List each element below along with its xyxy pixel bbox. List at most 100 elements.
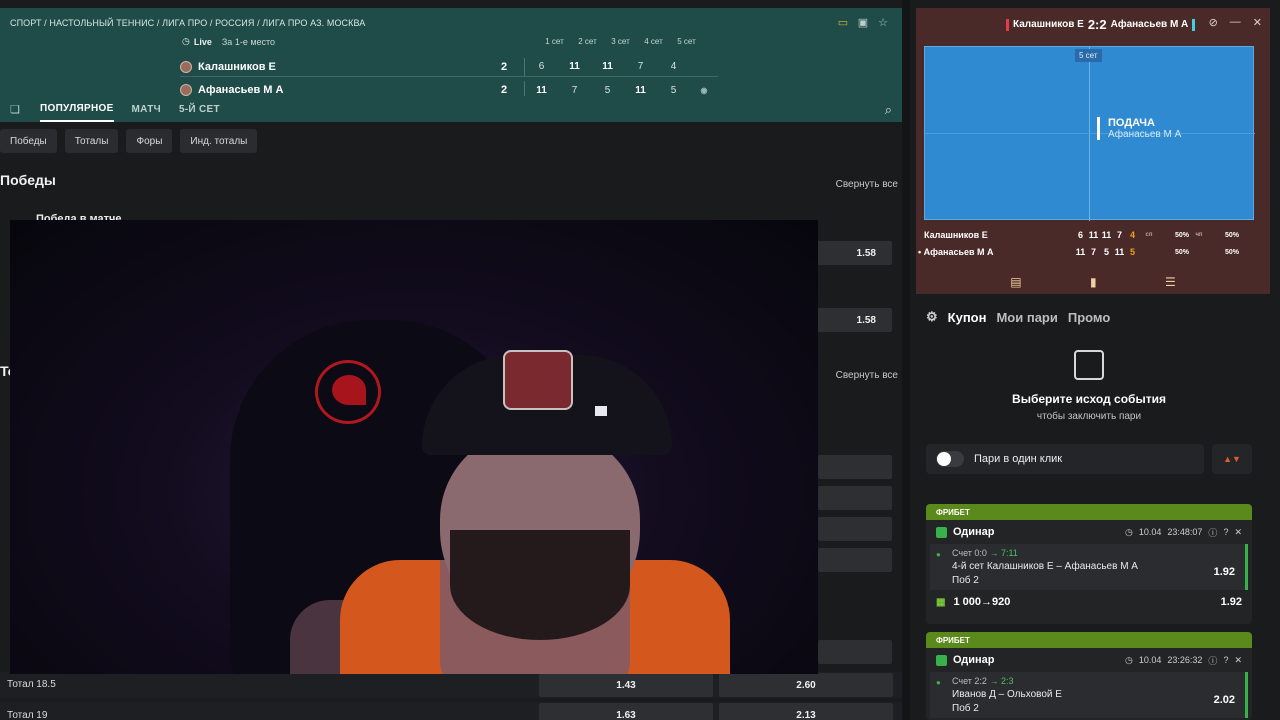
clock-icon: ◷ bbox=[182, 36, 190, 46]
bet-header: Одинар ◷ 10.04 23:48:07 ⓘ ? ✕ bbox=[926, 520, 1252, 544]
scoreboard-view-icon[interactable]: ▤ bbox=[1010, 275, 1021, 289]
sidebar: Калашников Е 2:2 Афанасьев М А ⊘ — ✕ 5 с… bbox=[910, 0, 1280, 720]
freebet-badge: ФРИБЕТ bbox=[926, 504, 1252, 520]
bet-card[interactable]: ФРИБЕТ Одинар ◷ 10.04 23:26:32 ⓘ ? ✕ ● С… bbox=[926, 632, 1252, 720]
odd-button[interactable] bbox=[818, 486, 892, 510]
coupon-empty-icon bbox=[1074, 350, 1104, 380]
set-headers: 1 сет 2 сет 3 сет 4 сет 5 сет bbox=[545, 37, 696, 46]
event-panel: СПОРТ / НАСТОЛЬНЫЙ ТЕННИС / ЛИГА ПРО / Р… bbox=[0, 0, 902, 720]
bet-card[interactable]: ФРИБЕТ Одинар ◷ 10.04 23:48:07 ⓘ ? ✕ ● С… bbox=[926, 504, 1252, 624]
header-actions: ▭ ▣ ☆ bbox=[836, 15, 890, 29]
avatar bbox=[180, 60, 192, 73]
live-status: ◷ Live За 1-е место bbox=[182, 36, 276, 47]
one-click-toggle[interactable] bbox=[936, 451, 964, 467]
close-icon[interactable]: ✕ bbox=[1253, 16, 1262, 29]
match-tracker: Калашников Е 2:2 Афанасьев М А ⊘ — ✕ 5 с… bbox=[916, 8, 1270, 294]
odd-button-under[interactable]: 2.13 bbox=[719, 703, 893, 720]
bet-stake-row: ▦ 1 000→920 1.92 bbox=[936, 596, 1242, 608]
filter-totals[interactable]: Тоталы bbox=[64, 129, 119, 153]
filter-handicaps[interactable]: Форы bbox=[126, 129, 173, 153]
webcam-overlay bbox=[10, 220, 818, 674]
close-icon[interactable]: ✕ bbox=[1234, 655, 1242, 666]
collapse-all-link[interactable]: Свернуть все bbox=[836, 179, 898, 190]
filter-wins[interactable]: Победы bbox=[0, 129, 57, 153]
scoreboard-icon[interactable]: ▭ bbox=[836, 15, 850, 29]
help-icon[interactable]: ? bbox=[1223, 655, 1228, 665]
odd-button[interactable] bbox=[818, 517, 892, 541]
coupon-tabs: ⚙ Купон Мои пари Промо bbox=[926, 309, 1110, 325]
odd-button-over[interactable]: 1.63 bbox=[539, 703, 713, 720]
page: СПОРТ / НАСТОЛЬНЫЙ ТЕННИС / ЛИГА ПРО / Р… bbox=[0, 0, 1280, 720]
tracker-header: Калашников Е 2:2 Афанасьев М А ⊘ — ✕ bbox=[916, 8, 1270, 38]
bet-details: ● Счет 0:0 → 7:11 4-й сет Калашников Е –… bbox=[930, 544, 1248, 590]
odd-button-under[interactable]: 2.60 bbox=[719, 673, 893, 697]
bet-odd: 2.02 bbox=[1213, 694, 1235, 706]
odd-button[interactable] bbox=[818, 455, 892, 479]
empty-subtitle: чтобы заключить пари bbox=[1036, 411, 1142, 422]
help-icon[interactable]: ? bbox=[1223, 527, 1228, 537]
bet-event: 4-й сет Калашников Е – Афанасьев М А bbox=[952, 561, 1138, 572]
tracker-score: Калашников Е 2:2 Афанасьев М А bbox=[1006, 17, 1196, 32]
bet-event: Иванов Д – Ольховой Е bbox=[952, 689, 1062, 700]
tab-fifth-set[interactable]: 5-Й СЕТ bbox=[179, 96, 220, 122]
filter-ind-totals[interactable]: Инд. тоталы bbox=[180, 129, 258, 153]
bet-details: ● Счет 2:2 → 2:3 Иванов Д – Ольховой Е П… bbox=[930, 672, 1248, 718]
info-icon[interactable]: ⓘ bbox=[1208, 654, 1217, 667]
tracker-view-switch: ▤ ▮ ☰ bbox=[916, 270, 1270, 294]
set-scores: 6 11 11 7 4 bbox=[524, 57, 690, 76]
gear-icon[interactable]: ⚙ bbox=[926, 309, 938, 325]
sets-total: 2 bbox=[500, 84, 508, 96]
ping-pong-icon: ● bbox=[936, 678, 941, 687]
market-tabs: ❏ ПОПУЛЯРНОЕ МАТЧ 5-Й СЕТ ⌕ bbox=[0, 96, 902, 122]
search-icon[interactable]: ⌕ bbox=[885, 102, 892, 118]
close-icon[interactable]: ✕ bbox=[1234, 527, 1242, 538]
match-header: СПОРТ / НАСТОЛЬНЫЙ ТЕННИС / ЛИГА ПРО / Р… bbox=[0, 8, 902, 99]
check-icon bbox=[936, 526, 947, 538]
current-set-label: 5 сет bbox=[1075, 49, 1102, 62]
bet-odd: 1.92 bbox=[1213, 566, 1235, 578]
tracker-actions: ⊘ — ✕ bbox=[1209, 16, 1262, 29]
tracker-row-2: • Афанасьев М А 11 7 5 11 5 50% 50% bbox=[918, 247, 1239, 257]
bet-pick: Поб 2 bbox=[952, 575, 979, 586]
one-click-bet[interactable]: Пари в один клик bbox=[926, 444, 1204, 474]
odd-button[interactable] bbox=[818, 548, 892, 572]
sets-total: 2 bbox=[500, 60, 508, 73]
clock-icon: ◷ bbox=[1124, 526, 1133, 537]
odd-button[interactable] bbox=[818, 640, 892, 664]
clock-icon: ◷ bbox=[1124, 654, 1133, 665]
video-icon[interactable]: ▣ bbox=[856, 15, 870, 29]
player-name: Афанасьев М А bbox=[198, 84, 284, 96]
list-view-icon[interactable]: ☰ bbox=[1165, 275, 1176, 289]
minimize-icon[interactable]: — bbox=[1230, 16, 1241, 29]
breadcrumb[interactable]: СПОРТ / НАСТОЛЬНЫЙ ТЕННИС / ЛИГА ПРО / Р… bbox=[10, 18, 365, 28]
check-icon bbox=[936, 654, 947, 666]
tracker-row-1: Калашников Е 6 11 11 7 4 сп 50% чп 50% bbox=[924, 230, 1239, 240]
tab-popular[interactable]: ПОПУЛЯРНОЕ bbox=[40, 96, 114, 122]
avatar bbox=[180, 84, 192, 96]
serve-info: ПОДАЧА Афанасьев М А bbox=[1097, 117, 1181, 140]
collapse-all-link-2[interactable]: Свернуть все bbox=[836, 370, 898, 381]
freebet-badge: ФРИБЕТ bbox=[926, 632, 1252, 648]
bet-header: Одинар ◷ 10.04 23:26:32 ⓘ ? ✕ bbox=[926, 648, 1252, 672]
total-label: Тотал 18.5 bbox=[7, 679, 56, 690]
player-row-1: Калашников Е 2 6 11 11 7 4 bbox=[180, 57, 718, 77]
cap-badge-icon bbox=[503, 350, 573, 410]
sort-icon[interactable]: ▲▼ bbox=[1212, 444, 1252, 474]
gift-icon: ▦ bbox=[936, 596, 946, 608]
bookmark-icon[interactable]: ❏ bbox=[10, 103, 24, 116]
info-icon[interactable]: ⓘ bbox=[1208, 526, 1217, 539]
mute-icon[interactable]: ⊘ bbox=[1209, 16, 1218, 29]
odd-button-over[interactable]: 1.43 bbox=[539, 673, 713, 697]
bet-pick: Поб 2 bbox=[952, 703, 979, 714]
tab-coupon[interactable]: Купон bbox=[948, 310, 987, 325]
serve-indicator-icon: ◉ bbox=[700, 85, 708, 95]
star-icon[interactable]: ☆ bbox=[876, 15, 890, 29]
player-name: Калашников Е bbox=[198, 60, 276, 73]
tab-my-bets[interactable]: Мои пари bbox=[996, 310, 1057, 325]
tab-match[interactable]: МАТЧ bbox=[132, 96, 161, 122]
stats-view-icon[interactable]: ▮ bbox=[1090, 275, 1097, 289]
market-filters: Победы Тоталы Форы Инд. тоталы bbox=[0, 129, 258, 153]
tab-promo[interactable]: Промо bbox=[1068, 310, 1110, 325]
total-label: Тотал 19 bbox=[7, 710, 48, 720]
section-title-wins: Победы bbox=[0, 172, 56, 188]
